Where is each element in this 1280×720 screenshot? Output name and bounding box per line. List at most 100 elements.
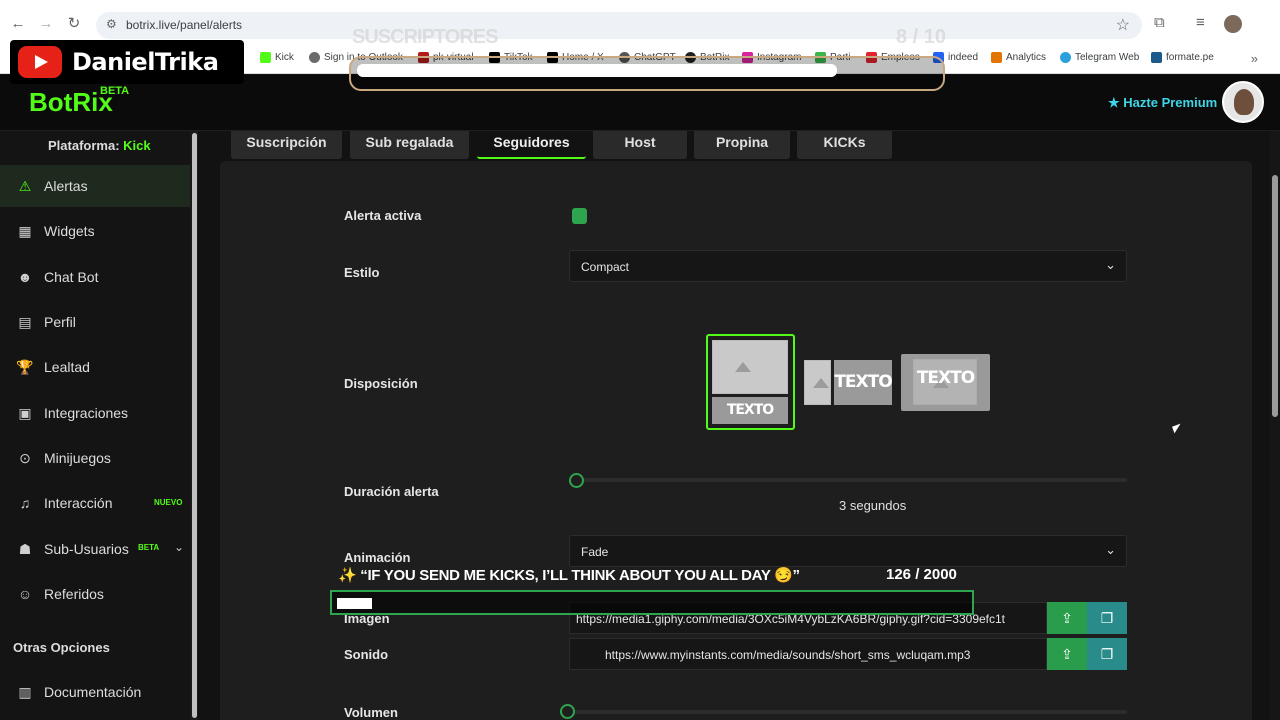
sidebar-item-label: Minijuegos xyxy=(44,450,111,466)
media-icon[interactable]: ≡ xyxy=(1196,14,1205,31)
globe-icon xyxy=(309,52,320,63)
bookmark-telegram[interactable]: Telegram Web xyxy=(1060,52,1139,63)
beta-badge: BETA xyxy=(138,543,160,552)
sidebar-item-widgets[interactable]: ▦ Widgets xyxy=(0,210,190,252)
goal-count: 8 / 10 xyxy=(896,26,947,48)
music-icon: ♫ xyxy=(19,495,31,511)
chevron-down-icon[interactable]: ⌄ xyxy=(174,540,184,554)
style-select[interactable]: Compact ⌄ xyxy=(569,250,1127,282)
sidebar-item-documentacion[interactable]: ▥ Documentación xyxy=(0,671,190,713)
sidebar-item-integraciones[interactable]: ▣ Integraciones xyxy=(0,392,190,434)
sidebar-item-label: Interacción xyxy=(44,495,113,511)
tab-kicks[interactable]: KICKs xyxy=(797,131,892,159)
sound-gallery-button[interactable]: ❐ xyxy=(1087,638,1127,670)
kick-icon xyxy=(260,52,271,63)
image-upload-button[interactable]: ⇪ xyxy=(1047,602,1087,634)
sidebar-item-label: Chat Bot xyxy=(44,269,99,285)
page-scrollbar-thumb[interactable] xyxy=(1272,175,1278,417)
alert-settings-card xyxy=(220,161,1252,720)
sidebar-item-minijuegos[interactable]: ⊙ Minijuegos xyxy=(0,437,190,479)
reload-icon[interactable]: ↻ xyxy=(64,14,84,34)
bookmark-formate[interactable]: formate.pe xyxy=(1151,52,1214,63)
extensions-icon[interactable]: ⧉ xyxy=(1154,14,1165,31)
bookmark-star-icon[interactable]: ☆ xyxy=(1116,15,1130,35)
layout-text: TEXTO xyxy=(712,397,788,424)
more-bookmarks-icon[interactable]: » xyxy=(1251,51,1258,66)
image-placeholder-icon xyxy=(712,340,788,394)
users-icon: ☗ xyxy=(18,541,32,557)
volume-slider-handle[interactable] xyxy=(560,704,575,719)
bookmark-analytics[interactable]: Analytics xyxy=(991,52,1046,63)
gamepad-icon: ⊙ xyxy=(19,450,31,466)
premium-label: Hazte Premium xyxy=(1123,95,1218,110)
user-group-icon: ☺ xyxy=(17,586,33,602)
layout-text: TEXTO xyxy=(916,368,975,388)
address-bar[interactable]: ⚙ botrix.live/panel/alerts ☆ xyxy=(96,12,1142,39)
kicks-message: ✨ “IF YOU SEND ME KICKS, I’LL THINK ABOU… xyxy=(338,567,800,584)
duration-slider-track[interactable] xyxy=(577,478,1127,482)
style-label: Estilo xyxy=(344,265,380,280)
tab-propina[interactable]: Propina xyxy=(694,131,790,159)
platform-indicator: Plataforma: Kick xyxy=(48,138,151,153)
tab-suscripcion[interactable]: Suscripción xyxy=(231,131,342,159)
sound-upload-button[interactable]: ⇪ xyxy=(1047,638,1087,670)
sidebar-item-label: Widgets xyxy=(44,223,95,239)
id-card-icon: ▤ xyxy=(18,314,32,330)
sidebar-item-referidos[interactable]: ☺ Referidos xyxy=(0,573,190,615)
sidebar-item-interaccion[interactable]: ♫ Interacción NUEVO xyxy=(0,482,190,524)
sound-url-value: https://www.myinstants.com/media/sounds/… xyxy=(605,648,971,662)
kicks-progress-fill xyxy=(337,598,372,609)
sidebar-item-chat-bot[interactable]: ☻ Chat Bot xyxy=(0,256,190,298)
layout-option-vertical[interactable]: TEXTO xyxy=(710,338,790,426)
duration-slider-handle[interactable] xyxy=(569,473,584,488)
url-text[interactable]: botrix.live/panel/alerts xyxy=(126,18,242,32)
trophy-icon: 🏆 xyxy=(16,359,34,375)
sidebar-scrollbar-thumb[interactable] xyxy=(192,133,197,718)
layout-option-overlay[interactable]: TEXTO xyxy=(901,354,990,411)
user-avatar[interactable] xyxy=(1222,81,1264,123)
volume-slider-track[interactable] xyxy=(570,710,1127,714)
forward-icon[interactable]: → xyxy=(36,14,56,34)
tab-host[interactable]: Host xyxy=(593,131,687,159)
formate-icon xyxy=(1151,52,1162,63)
image-gallery-button[interactable]: ❐ xyxy=(1087,602,1127,634)
goal-progress-fill xyxy=(357,64,837,77)
grid-icon: ▦ xyxy=(18,223,32,239)
kicks-progress-bar xyxy=(330,590,974,615)
new-badge: NUEVO xyxy=(154,498,183,507)
sidebar: Plataforma: Kick ⚠ Alertas ▦ Widgets ☻ Chat… xyxy=(0,131,198,720)
bookmark-kick[interactable]: Kick xyxy=(260,52,294,63)
style-select-value: Compact xyxy=(581,260,630,274)
layout-option-horizontal[interactable]: TEXTO xyxy=(804,360,893,405)
layout-label: Disposición xyxy=(344,376,418,391)
sidebar-item-label: Integraciones xyxy=(44,405,129,421)
animation-select[interactable]: Fade ⌄ xyxy=(569,535,1127,567)
animation-label: Animación xyxy=(344,550,411,565)
back-icon[interactable]: ← xyxy=(8,14,28,34)
sidebar-item-label: Perfil xyxy=(44,314,76,330)
alert-active-toggle[interactable] xyxy=(572,208,587,224)
document-icon: ▥ xyxy=(18,684,32,700)
browser-profile-avatar[interactable] xyxy=(1224,15,1242,33)
sound-url-input[interactable]: https://www.myinstants.com/media/sounds/… xyxy=(569,638,1047,670)
brand-beta-badge: BETA xyxy=(100,85,130,97)
duration-label: Duración alerta xyxy=(344,484,439,499)
image-placeholder-icon xyxy=(804,360,831,405)
sound-label: Sonido xyxy=(344,647,389,662)
sidebar-item-sub-usuarios[interactable]: ☗ Sub-Usuarios BETA ⌄ xyxy=(0,528,190,570)
warning-icon: ⚠ xyxy=(18,178,32,194)
sidebar-item-label: Documentación xyxy=(44,684,142,700)
sidebar-item-lealtad[interactable]: 🏆 Lealtad xyxy=(0,346,190,388)
sidebar-item-perfil[interactable]: ▤ Perfil xyxy=(0,301,190,343)
chevron-down-icon: ⌄ xyxy=(1105,257,1116,272)
sidebar-item-alertas[interactable]: ⚠ Alertas xyxy=(0,165,190,207)
sidebar-item-label: Lealtad xyxy=(44,359,90,375)
site-info-icon[interactable]: ⚙ xyxy=(106,17,117,31)
tab-sub-regalada[interactable]: Sub regalada xyxy=(350,131,469,159)
channel-name: DanielTrika xyxy=(72,48,219,76)
tab-seguidores[interactable]: Seguidores xyxy=(477,131,586,159)
animation-select-value: Fade xyxy=(581,545,609,559)
premium-button[interactable]: ★ Hazte Premium xyxy=(1108,95,1217,111)
sidebar-item-label: Sub-Usuarios xyxy=(44,541,129,557)
volume-label: Volumen xyxy=(344,705,398,720)
